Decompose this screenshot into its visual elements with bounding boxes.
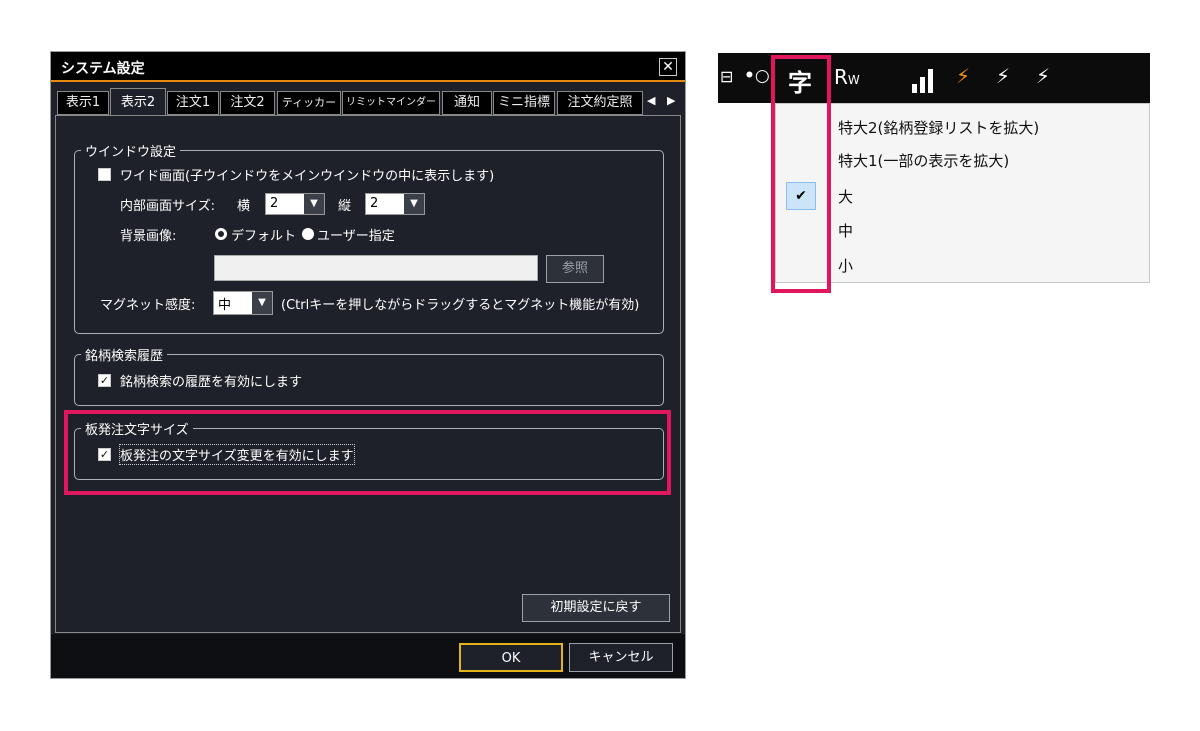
window-icon[interactable]: ⊟ (720, 67, 733, 86)
tab-display2[interactable]: 表示2 (110, 88, 166, 116)
tab-display1[interactable]: 表示1 (57, 91, 109, 115)
magnet-note: (Ctrlキーを押しながらドラッグするとマグネット機能が有効) (281, 298, 640, 313)
cancel-button[interactable]: キャンセル (569, 643, 673, 672)
magnet-value: 中 (218, 298, 232, 313)
radio-default[interactable] (215, 228, 227, 240)
radio-default-label: デフォルト (231, 229, 297, 244)
rw-icon[interactable]: RW (834, 65, 860, 89)
horizontal-select[interactable]: 2 ▼ (265, 193, 325, 215)
tab-limit-minder[interactable]: リミットマインダー (342, 91, 440, 115)
wide-screen-checkbox[interactable] (98, 168, 111, 181)
bg-image-label: 背景画像: (120, 229, 177, 244)
reset-defaults-button[interactable]: 初期設定に戻す (522, 594, 670, 622)
highlight-font-size-group (64, 410, 671, 495)
search-history-title: 銘柄検索履歴 (81, 345, 168, 364)
tab-mini-index[interactable]: ミニ指標 (493, 91, 555, 115)
rw-icon-r: R (834, 65, 848, 89)
tab-order2[interactable]: 注文2 (220, 91, 275, 115)
search-history-checkbox[interactable]: ✓ (98, 374, 111, 387)
menu-item-xxlarge[interactable]: 特大2(銘柄登録リストを拡大) (838, 117, 1039, 138)
chevron-down-icon: ▼ (252, 292, 272, 314)
ok-button[interactable]: OK (459, 643, 563, 672)
tab-order-execution[interactable]: 注文約定照 (557, 91, 643, 115)
dialog-footer: OK キャンセル (51, 634, 685, 678)
close-button[interactable]: ✕ (659, 58, 677, 76)
menu-item-medium[interactable]: 中 (838, 220, 853, 241)
tab-scroll-left-icon[interactable]: ◀ (647, 94, 655, 107)
wide-screen-label: ワイド画面(子ウインドウをメインウインドウの中に表示します) (120, 169, 495, 184)
search-history-label: 銘柄検索の履歴を有効にします (120, 375, 303, 390)
window-settings-title: ウインドウ設定 (81, 141, 181, 160)
rw-icon-w: W (847, 73, 860, 87)
tab-scroll-right-icon[interactable]: ▶ (667, 94, 675, 107)
window-settings-group: ウインドウ設定 ワイド画面(子ウインドウをメインウインドウの中に表示します) 内… (74, 141, 664, 334)
radio-user-label: ユーザー指定 (317, 229, 395, 244)
tab-ticker[interactable]: ティッカー (277, 91, 341, 115)
bg-image-path-input[interactable] (214, 255, 538, 281)
dialog-title: システム設定 (61, 61, 145, 77)
bolt-white-icon-2[interactable]: ⚡ (1036, 64, 1050, 88)
highlight-font-icon-column (771, 55, 831, 293)
search-history-group: 銘柄検索履歴 ✓ 銘柄検索の履歴を有効にします (74, 345, 664, 406)
font-size-menu: 特大2(銘柄登録リストを拡大) 特大1(一部の表示を拡大) ✔ 大 中 小 (775, 103, 1150, 283)
menu-item-large[interactable]: 大 (838, 186, 853, 207)
tab-bar: 表示1 表示2 注文1 注文2 ティッカー リミットマインダー 通知 ミニ指標 … (55, 88, 681, 116)
bolt-white-icon[interactable]: ⚡ (996, 64, 1010, 88)
horizontal-label: 横 (237, 199, 251, 214)
inner-size-label: 内部画面サイズ: (120, 199, 215, 214)
settings-panel: ウインドウ設定 ワイド画面(子ウインドウをメインウインドウの中に表示します) 内… (55, 115, 681, 633)
vertical-select[interactable]: 2 ▼ (365, 193, 425, 215)
magnet-select[interactable]: 中 ▼ (213, 291, 273, 315)
menu-item-small[interactable]: 小 (838, 255, 853, 276)
magnet-label: マグネット感度: (100, 298, 196, 313)
tab-order1[interactable]: 注文1 (167, 91, 219, 115)
horizontal-value: 2 (270, 196, 279, 211)
system-settings-dialog: システム設定 ✕ 表示1 表示2 注文1 注文2 ティッカー リミットマインダー… (50, 51, 686, 679)
menu-item-xlarge[interactable]: 特大1(一部の表示を拡大) (838, 150, 1009, 171)
radio-user[interactable] (302, 228, 314, 240)
chevron-down-icon: ▼ (404, 194, 424, 214)
vertical-label: 縦 (338, 199, 352, 214)
dialog-titlebar: システム設定 ✕ (51, 52, 685, 82)
browse-button[interactable]: 参照 (546, 255, 604, 283)
chevron-down-icon: ▼ (304, 194, 324, 214)
signal-bars-icon[interactable] (912, 67, 938, 93)
bolt-orange-icon[interactable]: ⚡ (956, 64, 970, 88)
tab-notification[interactable]: 通知 (442, 91, 492, 115)
link-icon[interactable]: •○ (744, 66, 770, 86)
vertical-value: 2 (370, 196, 379, 211)
